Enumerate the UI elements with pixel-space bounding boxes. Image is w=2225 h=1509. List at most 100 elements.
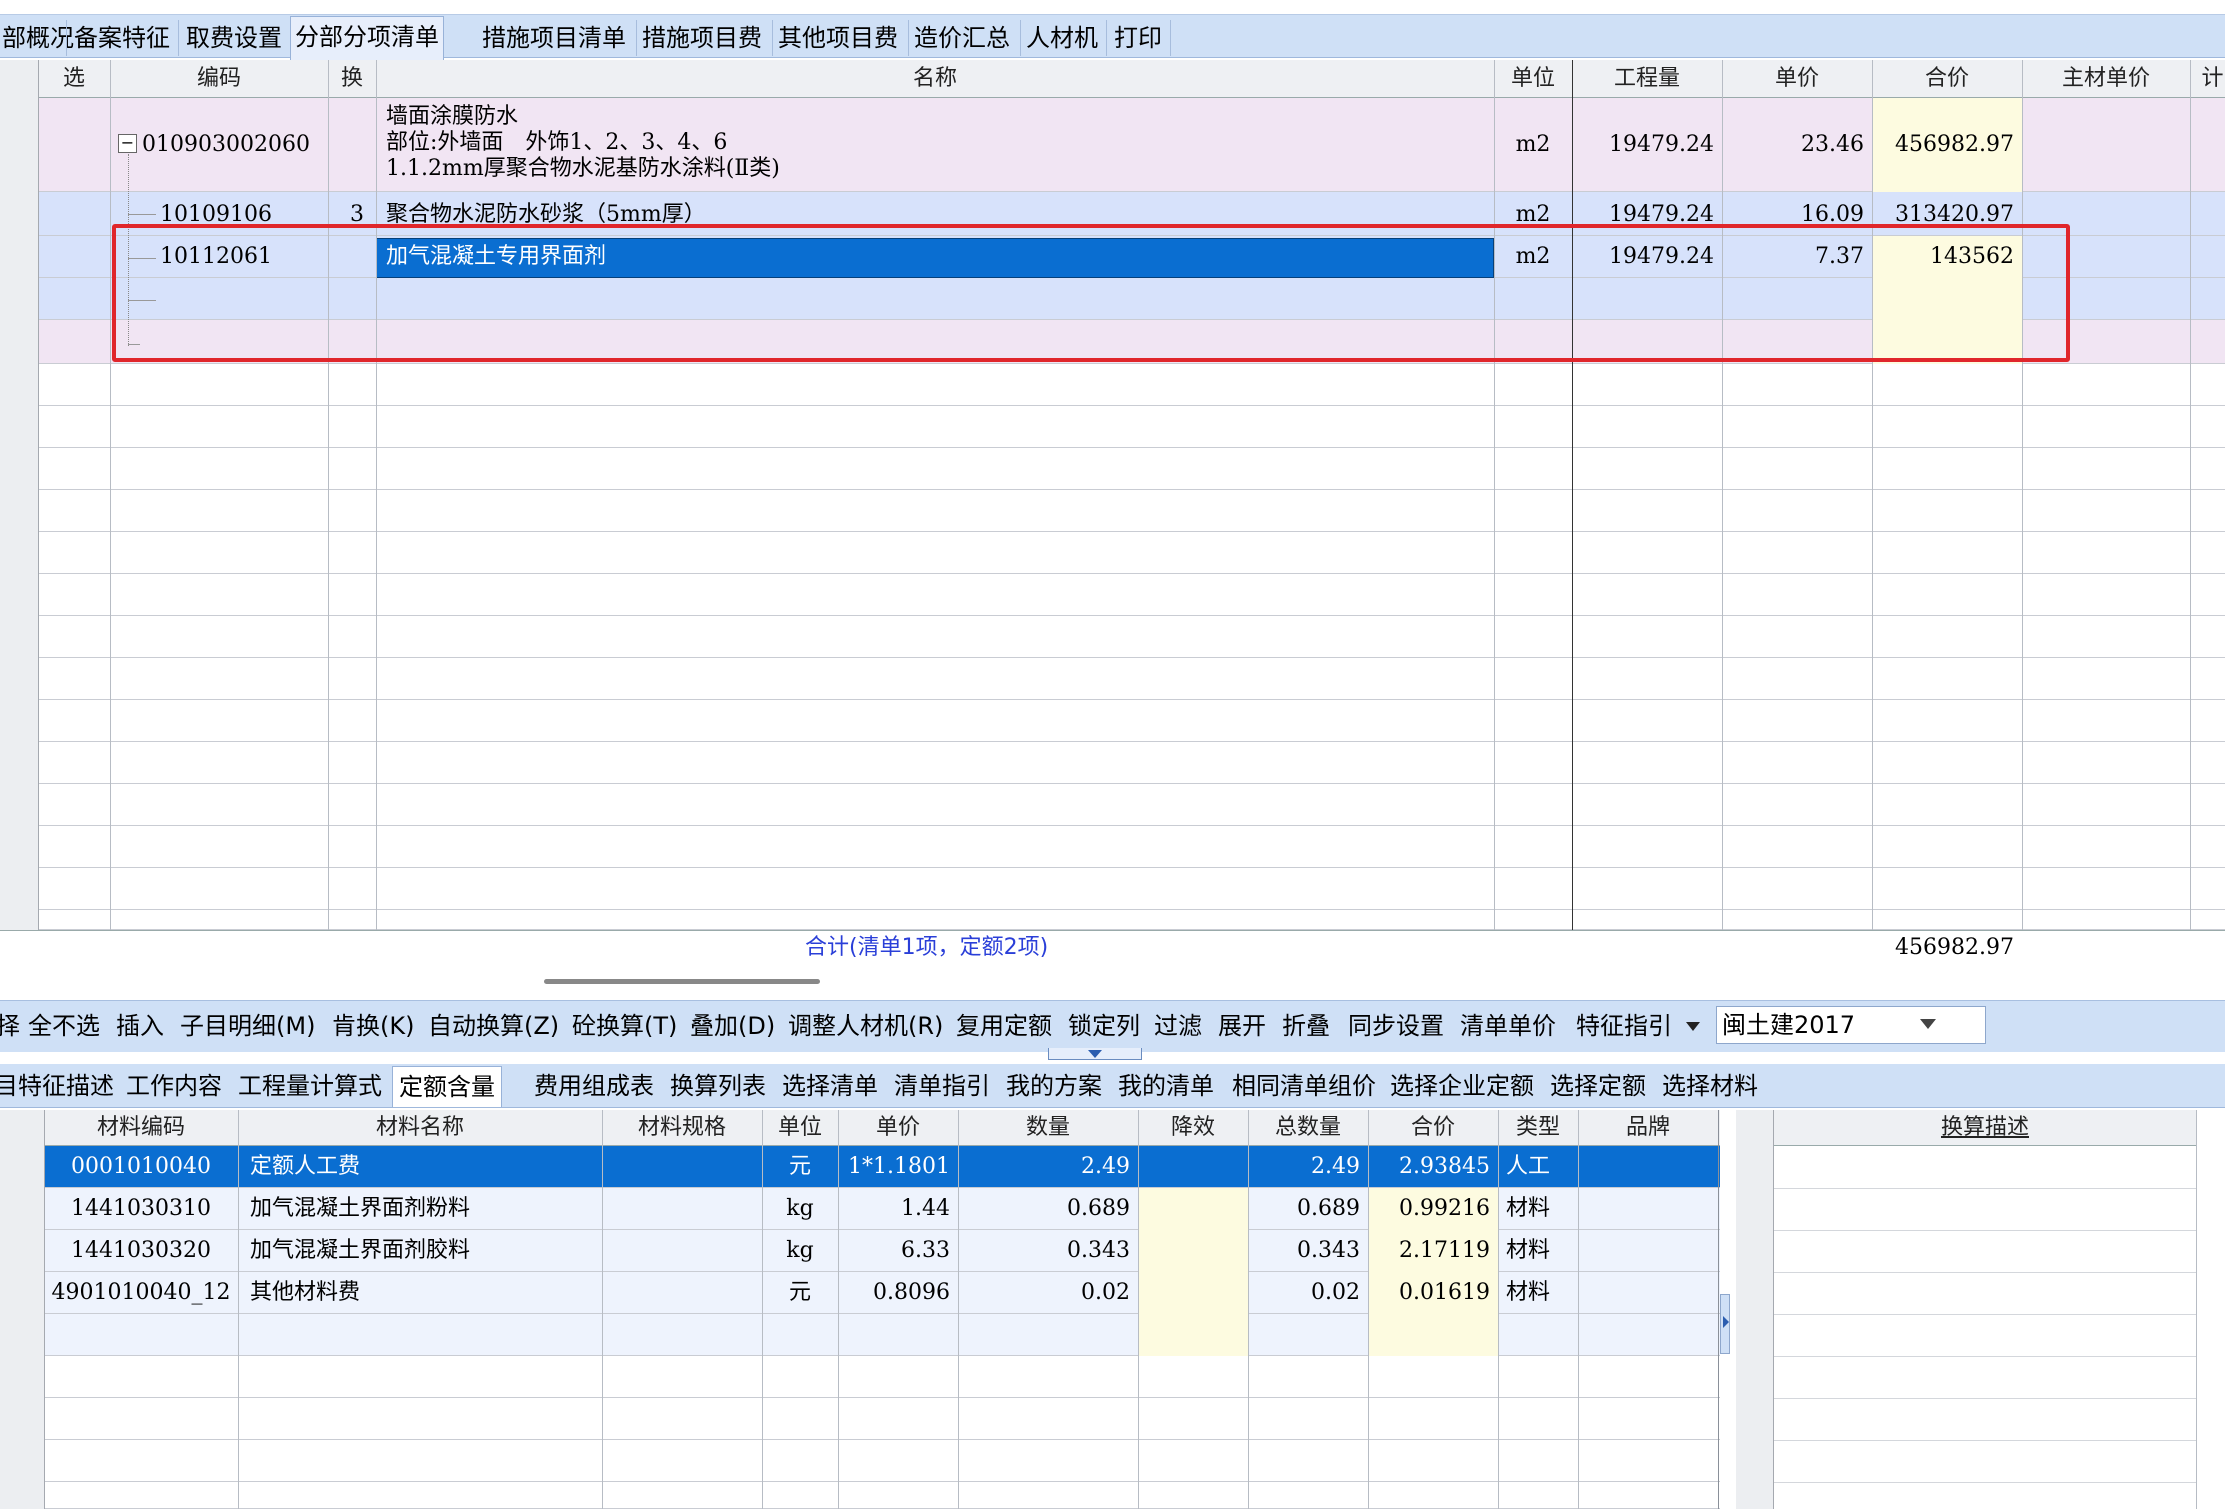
empty-row[interactable]: [0, 448, 2225, 490]
col-name-header[interactable]: 名称: [376, 60, 1494, 98]
tab-item-features[interactable]: 目特征描述: [0, 1066, 114, 1106]
mat-col-price-header[interactable]: 单价: [838, 1110, 958, 1146]
tab-enterprise-quota[interactable]: 选择企业定额: [1390, 1066, 1534, 1106]
mat-col-total-header[interactable]: 合价: [1368, 1110, 1498, 1146]
expand-button[interactable]: 展开: [1218, 1006, 1266, 1046]
mat-qty: 0.689: [1067, 1196, 1130, 1221]
filter-button[interactable]: 过滤: [1154, 1006, 1202, 1046]
col-main-price-header[interactable]: 主材单价: [2022, 60, 2190, 98]
deselect-all-button[interactable]: 全不选: [28, 1006, 100, 1046]
mat-col-unit-header[interactable]: 单位: [762, 1110, 838, 1146]
empty-row[interactable]: [0, 406, 2225, 448]
empty-row[interactable]: [0, 700, 2225, 742]
empty-row[interactable]: [0, 868, 2225, 910]
empty-material-row[interactable]: [0, 1482, 1720, 1509]
col-divider: [328, 60, 329, 930]
lock-column-button[interactable]: 锁定列: [1068, 1006, 1140, 1046]
tab-fee-settings[interactable]: 取费设置: [182, 18, 286, 58]
row-line: [1774, 1188, 2196, 1189]
empty-row[interactable]: [0, 826, 2225, 868]
conversion-description-header[interactable]: 换算描述: [1774, 1110, 2196, 1146]
empty-material-row[interactable]: [0, 1398, 1720, 1440]
empty-row[interactable]: [0, 910, 2225, 930]
empty-row[interactable]: [0, 616, 2225, 658]
tab-labor-materials[interactable]: 人材机: [1022, 18, 1102, 58]
empty-material-row[interactable]: [0, 1356, 1720, 1398]
chevron-down-icon[interactable]: [1920, 1019, 1936, 1029]
col-divider: [838, 1110, 839, 1509]
empty-row[interactable]: [0, 490, 2225, 532]
tab-select-quota[interactable]: 选择定额: [1550, 1066, 1646, 1106]
tab-divider: [908, 20, 909, 56]
overlay-button[interactable]: 叠加(D): [690, 1006, 775, 1046]
tab-measure-items[interactable]: 措施项目清单: [478, 18, 630, 58]
empty-row[interactable]: [0, 574, 2225, 616]
col-price-header[interactable]: 单价: [1722, 60, 1872, 98]
col-swap-header[interactable]: 换: [328, 60, 376, 98]
tab-work-content[interactable]: 工作内容: [126, 1066, 222, 1106]
empty-row[interactable]: [0, 364, 2225, 406]
mat-col-qty-header[interactable]: 数量: [958, 1110, 1138, 1146]
select-button[interactable]: 择: [0, 1006, 20, 1046]
mat-qty: 0.343: [1067, 1238, 1130, 1263]
mat-col-name-header[interactable]: 材料名称: [238, 1110, 602, 1146]
sub-detail-button[interactable]: 子目明细(M): [180, 1006, 315, 1046]
collapse-toggle[interactable]: −: [118, 134, 137, 153]
mat-name: 加气混凝土界面剂粉料: [250, 1196, 471, 1221]
row-header-strip[interactable]: [0, 60, 39, 930]
col-code-header[interactable]: 编码: [110, 60, 328, 98]
mat-total-qty: 0.343: [1297, 1238, 1360, 1263]
splitter-handle[interactable]: [544, 979, 820, 984]
mat-col-spec-header[interactable]: 材料规格: [602, 1110, 762, 1146]
mat-col-type-header[interactable]: 类型: [1498, 1110, 1578, 1146]
mat-col-brand-header[interactable]: 品牌: [1578, 1110, 1718, 1146]
col-unit-header[interactable]: 单位: [1494, 60, 1572, 98]
tab-other-fees[interactable]: 其他项目费: [774, 18, 902, 58]
mat-code: 1441030310: [71, 1196, 211, 1221]
empty-row[interactable]: [0, 658, 2225, 700]
mat-unit: 元: [788, 1154, 811, 1179]
tab-my-plan[interactable]: 我的方案: [1006, 1066, 1102, 1106]
empty-row[interactable]: [0, 532, 2225, 574]
chevron-down-icon: [1088, 1050, 1102, 1058]
tab-qty-formula[interactable]: 工程量计算式: [238, 1066, 382, 1106]
empty-row[interactable]: [0, 784, 2225, 826]
tab-select-bill[interactable]: 选择清单: [782, 1066, 878, 1106]
tab-bill-guide[interactable]: 清单指引: [894, 1066, 990, 1106]
sync-settings-button[interactable]: 同步设置: [1348, 1006, 1444, 1046]
empty-material-row[interactable]: [0, 1440, 1720, 1482]
mat-type: 材料: [1506, 1238, 1551, 1263]
tab-fee-composition[interactable]: 费用组成表: [534, 1066, 654, 1106]
tab-quota-content[interactable]: 定额含量: [392, 1066, 502, 1107]
reuse-quota-button[interactable]: 复用定额: [956, 1006, 1052, 1046]
feature-guide-button[interactable]: 特征指引: [1576, 1006, 1672, 1046]
mat-col-reduce-header[interactable]: 降效: [1138, 1110, 1248, 1146]
col-select-header[interactable]: 选: [38, 60, 110, 98]
tab-print[interactable]: 打印: [1110, 18, 1166, 58]
col-qty-header[interactable]: 工程量: [1572, 60, 1722, 98]
tab-same-bill-pricing[interactable]: 相同清单组价: [1232, 1066, 1376, 1106]
mat-col-code-header[interactable]: 材料编码: [44, 1110, 238, 1146]
insert-button[interactable]: 插入: [116, 1006, 164, 1046]
bill-qty: 19479.24: [1609, 132, 1714, 157]
col-edge-header[interactable]: 计: [2200, 60, 2225, 98]
col-total-header[interactable]: 合价: [1872, 60, 2022, 98]
tab-measure-fees[interactable]: 措施项目费: [638, 18, 766, 58]
tab-my-bill[interactable]: 我的清单: [1118, 1066, 1214, 1106]
mat-col-total-qty-header[interactable]: 总数量: [1248, 1110, 1368, 1146]
material-row-header-strip[interactable]: [0, 1110, 45, 1509]
tab-select-material[interactable]: 选择材料: [1662, 1066, 1758, 1106]
desc-row-header-strip[interactable]: [1736, 1110, 1774, 1509]
adjust-materials-button[interactable]: 调整人材机(R): [788, 1006, 943, 1046]
collapse-button[interactable]: 折叠: [1282, 1006, 1330, 1046]
tab-filing-features[interactable]: 备案特征: [70, 18, 174, 58]
feature-guide-dropdown-icon[interactable]: [1686, 1022, 1700, 1031]
tab-conversion-list[interactable]: 换算列表: [670, 1066, 766, 1106]
swap-button[interactable]: 肯换(K): [332, 1006, 414, 1046]
tab-cost-summary[interactable]: 造价汇总: [910, 18, 1014, 58]
bill-unit-price-button[interactable]: 清单单价: [1460, 1006, 1556, 1046]
tab-sub-item-list[interactable]: 分部分项清单: [290, 16, 444, 60]
concrete-convert-button[interactable]: 砼换算(T): [572, 1006, 677, 1046]
auto-convert-button[interactable]: 自动换算(Z): [428, 1006, 559, 1046]
empty-row[interactable]: [0, 742, 2225, 784]
